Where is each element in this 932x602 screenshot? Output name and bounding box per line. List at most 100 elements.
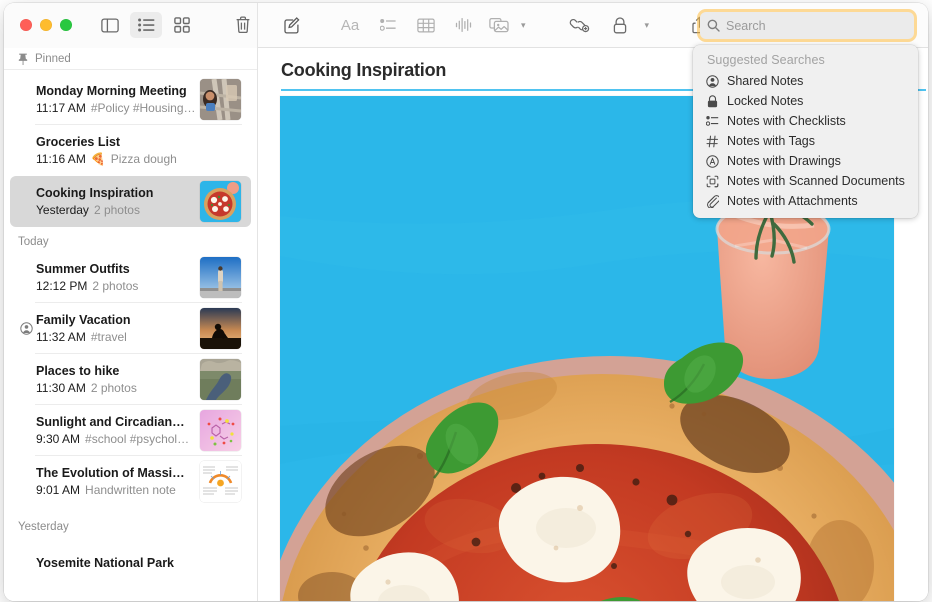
add-media-button[interactable] <box>488 12 510 38</box>
note-snippet: 2 photos <box>91 380 137 396</box>
menu-item-label: Notes with Tags <box>727 134 815 148</box>
note-title: Sunlight and Circadian… <box>36 414 194 430</box>
note-thumbnail <box>200 308 241 349</box>
note-title: Monday Morning Meeting <box>36 83 194 99</box>
note-title: Summer Outfits <box>36 261 194 277</box>
share-controls: ▾ <box>564 12 650 38</box>
note-time: 11:16 AM <box>36 151 86 167</box>
note-row-places-to-hike[interactable]: Places to hike 11:30 AM 2 photos <box>10 354 251 405</box>
traffic-lights <box>20 19 72 31</box>
scan-icon <box>703 173 721 189</box>
pin-icon <box>18 53 28 65</box>
note-row-the-evolution-of-massi[interactable]: The Evolution of Massi… 9:01 AM Handwrit… <box>10 456 251 507</box>
note-time: 11:30 AM <box>36 380 86 396</box>
shared-note-icon <box>18 322 35 335</box>
toolbar-left-section <box>4 3 258 48</box>
pinned-section-header: Pinned <box>4 48 257 70</box>
compose-note-button[interactable] <box>276 12 308 38</box>
close-button[interactable] <box>20 19 32 31</box>
suggested-searches-menu: Suggested Searches Shared Notes Locked N… <box>693 45 918 218</box>
suggested-searches-header: Suggested Searches <box>693 51 918 71</box>
note-thumbnail <box>200 257 241 298</box>
note-row-summer-outfits[interactable]: Summer Outfits 12:12 PM 2 photos <box>10 252 251 303</box>
note-meta: 11:17 AM #Policy #Housing… <box>36 100 194 116</box>
pinned-label: Pinned <box>35 53 71 65</box>
note-row-text: Cooking Inspiration Yesterday 2 photos <box>35 185 194 218</box>
menu-item-notes-with-checklists[interactable]: Notes with Checklists <box>693 111 918 131</box>
gallery-view-button[interactable] <box>166 12 198 38</box>
note-time: 9:30 AM <box>36 431 80 447</box>
hashtag-icon <box>703 133 721 149</box>
pizza-emoji-icon: 🍕 <box>91 151 106 167</box>
menu-item-notes-with-drawings[interactable]: Notes with Drawings <box>693 151 918 171</box>
note-time: 11:17 AM <box>36 100 86 116</box>
lock-note-button[interactable] <box>604 12 636 38</box>
text-format-button[interactable]: Aa <box>336 12 364 38</box>
note-meta: 9:30 AM #school #psychol… <box>36 431 194 447</box>
note-thumbnail <box>200 79 241 120</box>
menu-item-shared-notes[interactable]: Shared Notes <box>693 71 918 91</box>
note-thumbnail <box>200 181 241 222</box>
note-meta: 11:32 AM #travel <box>36 329 194 345</box>
note-title: Groceries List <box>36 134 251 150</box>
menu-item-notes-with-tags[interactable]: Notes with Tags <box>693 131 918 151</box>
note-snippet: #travel <box>91 329 127 345</box>
note-thumbnail <box>200 461 241 502</box>
formatting-controls: Aa <box>336 12 526 38</box>
note-row-sunlight-and-circadian[interactable]: Sunlight and Circadian… 9:30 AM #school … <box>10 405 251 456</box>
search-container <box>700 12 914 39</box>
menu-item-locked-notes[interactable]: Locked Notes <box>693 91 918 111</box>
note-title: Places to hike <box>36 363 194 379</box>
menu-item-notes-with-attachments[interactable]: Notes with Attachments <box>693 191 918 211</box>
person-circle-icon <box>703 73 721 89</box>
note-snippet: #Policy #Housing… <box>91 100 194 116</box>
note-row-text: The Evolution of Massi… 9:01 AM Handwrit… <box>35 465 194 498</box>
note-row-text: Monday Morning Meeting 11:17 AM #Policy … <box>35 83 194 116</box>
collaborate-button[interactable] <box>564 12 596 38</box>
note-row-family-vacation[interactable]: Family Vacation 11:32 AM #travel <box>10 303 251 354</box>
note-row-monday-morning-meeting[interactable]: Monday Morning Meeting 11:17 AM #Policy … <box>10 74 251 125</box>
menu-item-label: Notes with Scanned Documents <box>727 174 905 188</box>
menu-item-label: Notes with Attachments <box>727 194 858 208</box>
note-thumbnail <box>200 410 241 451</box>
note-title: Family Vacation <box>36 312 194 328</box>
note-title: The Evolution of Massi… <box>36 465 194 481</box>
note-thumbnail <box>200 359 241 400</box>
note-row-groceries-list[interactable]: Groceries List 11:16 AM 🍕 Pizza dough <box>10 125 251 176</box>
note-title: Cooking Inspiration <box>36 185 194 201</box>
lock-chevron-down-icon[interactable]: ▾ <box>645 20 650 31</box>
menu-item-label: Notes with Drawings <box>727 154 841 168</box>
note-meta: Yesterday 2 photos <box>36 202 194 218</box>
note-time: Yesterday <box>36 202 89 218</box>
note-time: 9:01 AM <box>36 482 80 498</box>
note-row-cooking-inspiration[interactable]: Cooking Inspiration Yesterday 2 photos <box>10 176 251 227</box>
note-snippet: 2 photos <box>92 278 138 294</box>
zoom-button[interactable] <box>60 19 72 31</box>
media-chevron-down-icon[interactable]: ▾ <box>521 20 526 31</box>
note-meta: 11:16 AM 🍕 Pizza dough <box>36 151 251 167</box>
checklist-button[interactable] <box>374 12 402 38</box>
note-row-text: Yosemite National Park <box>35 555 251 571</box>
note-time: 12:12 PM <box>36 278 87 294</box>
note-snippet: #school #psychol… <box>85 431 189 447</box>
note-time: 11:32 AM <box>36 329 86 345</box>
note-row-text: Summer Outfits 12:12 PM 2 photos <box>35 261 194 294</box>
lock-icon <box>703 93 721 109</box>
note-snippet: Handwritten note <box>85 482 176 498</box>
note-row-text: Groceries List 11:16 AM 🍕 Pizza dough <box>35 134 251 167</box>
audio-record-button[interactable] <box>450 12 478 38</box>
menu-item-label: Notes with Checklists <box>727 114 846 128</box>
search-field[interactable] <box>700 12 914 39</box>
sidebar-toggle-button[interactable] <box>94 12 126 38</box>
minimize-button[interactable] <box>40 19 52 31</box>
search-input[interactable] <box>726 19 896 33</box>
toolbar: Aa <box>4 3 928 48</box>
table-button[interactable] <box>412 12 440 38</box>
note-row-yosemite-national-park[interactable]: Yosemite National Park <box>10 537 251 588</box>
search-icon <box>707 19 720 32</box>
note-meta: 12:12 PM 2 photos <box>36 278 194 294</box>
menu-item-notes-with-scanned-documents[interactable]: Notes with Scanned Documents <box>693 171 918 191</box>
note-list[interactable]: Pinned Monday Morning Meeting 11:17 AM #… <box>4 48 258 601</box>
delete-note-button[interactable] <box>228 12 257 38</box>
list-view-button[interactable] <box>130 12 162 38</box>
